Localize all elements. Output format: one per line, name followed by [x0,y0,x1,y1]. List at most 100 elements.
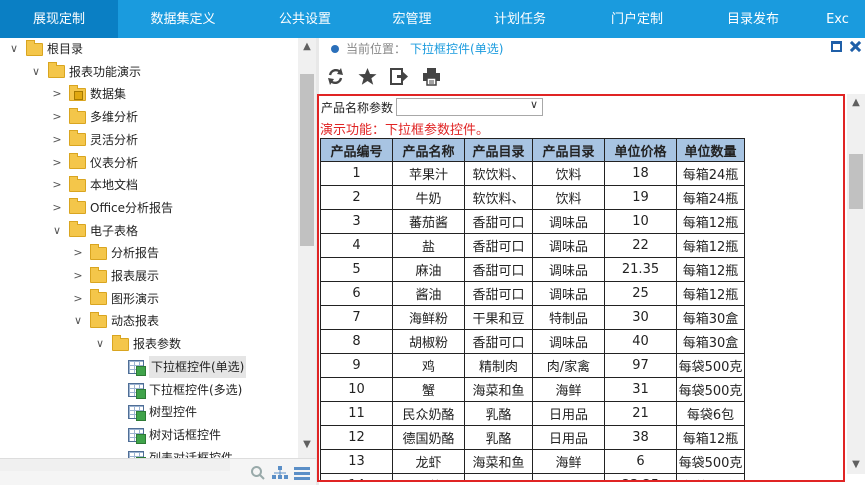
tree-item[interactable]: > 本地文档 [50,174,138,196]
tree-horizontal-scrollbar[interactable] [0,459,230,471]
table-cell: 海菜和鱼 [464,377,533,402]
breadcrumb-current[interactable]: 下拉框控件(单选) [410,42,503,56]
chevron-right-icon[interactable]: > [50,129,64,151]
tree-item-label: 树对话框控件 [149,427,222,442]
table-cell: 民众奶酪 [392,401,465,426]
tree-item-label: 动态报表 [111,314,160,329]
table-cell: 每箱30盒 [676,329,745,354]
scroll-up-icon[interactable]: ▲ [298,38,316,56]
table-cell: 每箱12瓶 [676,473,745,480]
chevron-right-icon[interactable]: > [71,265,85,287]
list-view-icon[interactable] [294,466,310,480]
table-cell: 12 [320,425,393,450]
table-row: 7 海鲜粉 干果和豆 特制品 30 每箱30盒 [320,305,745,330]
table-cell: 每箱12瓶 [676,257,745,282]
chevron-down-icon[interactable]: ∨ [530,98,538,111]
table-cell: 鸡 [392,353,465,378]
tree-item[interactable]: > 仪表分析 [50,152,138,174]
chevron-right-icon[interactable]: > [50,152,64,174]
tree-item[interactable]: 下拉框控件(单选) [113,355,247,378]
table-row: 5 麻油 香甜可口 调味品 21.35 每箱12瓶 [320,257,745,282]
tree-footer [0,458,316,485]
tree-item[interactable]: > 数据集 [50,83,126,105]
chevron-right-icon[interactable]: > [50,83,64,105]
scroll-down-icon[interactable]: ▼ [847,456,865,474]
chevron-down-icon[interactable]: ∨ [50,220,64,242]
table-cell: 21.35 [604,257,677,282]
chevron-down-icon[interactable]: ∨ [71,310,85,332]
report-scrollbar[interactable]: ▲ ▼ [847,94,865,474]
table-cell: 5 [320,257,393,282]
table-cell: 每箱24瓶 [676,161,745,186]
close-icon[interactable] [850,41,861,52]
tree-item[interactable]: 树对话框控件 [113,424,221,446]
nav-tab[interactable]: 公共设置 [248,0,362,38]
maximize-icon[interactable] [831,41,842,52]
chevron-right-icon[interactable]: > [50,197,64,219]
table-cell: 精制肉 [464,353,533,378]
tree-item[interactable]: ∨ 根目录 [7,38,83,60]
table-cell: 14 [320,473,393,480]
tree-item-label: Office分析报告 [90,200,174,215]
refresh-icon[interactable] [326,67,345,86]
chevron-right-icon[interactable]: > [71,288,85,310]
tree-item-label: 本地文档 [90,178,139,193]
search-icon[interactable] [250,465,266,481]
chevron-down-icon[interactable]: ∨ [7,38,21,60]
product-name-select[interactable]: ∨ [396,98,544,116]
table-cell: 蟹 [392,377,465,402]
export-icon[interactable] [390,67,409,86]
table-row: 10 蟹海菜和鱼 海鲜 31 每袋500克 [320,377,745,402]
scroll-down-icon[interactable]: ▼ [298,436,316,454]
tree-scroll-thumb[interactable] [300,74,314,246]
folder-icon [69,107,86,124]
table-cell: 9 [320,353,393,378]
nav-tab[interactable]: 宏管理 [362,0,462,38]
tree-item-label: 分析报告 [111,246,160,261]
tree-item[interactable]: ∨ 报表参数 [93,333,181,355]
tree-item[interactable]: 树型控件 [113,401,197,423]
tree-item[interactable]: 下拉框控件(多选) [113,379,242,401]
scroll-up-icon[interactable]: ▲ [847,94,865,112]
chevron-right-icon[interactable]: > [50,106,64,128]
folder-icon [69,221,86,238]
tree-item[interactable]: > Office分析报告 [50,197,173,219]
nav-tab[interactable]: 数据集定义 [118,0,248,38]
table-cell: 4 [320,233,393,258]
chevron-down-icon[interactable]: ∨ [29,61,43,83]
table-cell: 日用品 [532,425,605,450]
tree-item[interactable]: > 多维分析 [50,106,138,128]
table-cell: 苹果汁 [392,161,465,186]
chevron-right-icon[interactable]: > [50,174,64,196]
nav-tab[interactable]: 计划任务 [462,0,578,38]
demo-text: 演示功能：下拉框参数控件。 [320,123,490,138]
tree-item[interactable]: > 灵活分析 [50,129,138,151]
report-toolbar [319,60,865,92]
nav-tab[interactable]: Exc [810,0,865,38]
table-cell: 23.25 [604,473,677,480]
chevron-down-icon[interactable]: ∨ [93,333,107,355]
tree-item[interactable]: > 报表展示 [71,265,159,287]
chevron-right-icon[interactable]: > [71,242,85,264]
nav-tab[interactable]: 门户定制 [578,0,696,38]
tree-item[interactable]: > 分析报告 [71,242,159,264]
table-cell: 每箱12瓶 [676,281,745,306]
table-cell: 每袋500克 [676,353,745,378]
tree-item[interactable]: ∨ 报表功能演示 [29,61,141,83]
table-cell: 特制品 [532,305,605,330]
table-cell: 13 [320,449,393,474]
nav-tab[interactable]: 目录发布 [696,0,810,38]
tree-item[interactable]: ∨ 动态报表 [71,310,159,332]
table-row: 6 酱油 香甜可口 调味品 25 每箱12瓶 [320,281,745,306]
table-cell: 龙虾 [392,449,465,474]
tree-view-icon[interactable] [272,466,288,480]
tree-item[interactable]: ∨ 电子表格 [50,220,138,242]
report-scroll-thumb[interactable] [849,154,863,209]
tree-scrollbar[interactable]: ▲ ▼ [298,38,316,458]
tree-item[interactable]: > 图形演示 [71,288,159,310]
favorite-icon[interactable] [358,67,377,86]
print-icon[interactable] [422,67,441,86]
column-header: 单位数量 [676,138,745,162]
nav-tab[interactable]: 展现定制 [0,0,118,38]
table-cell: 香甜可口 [464,329,533,354]
